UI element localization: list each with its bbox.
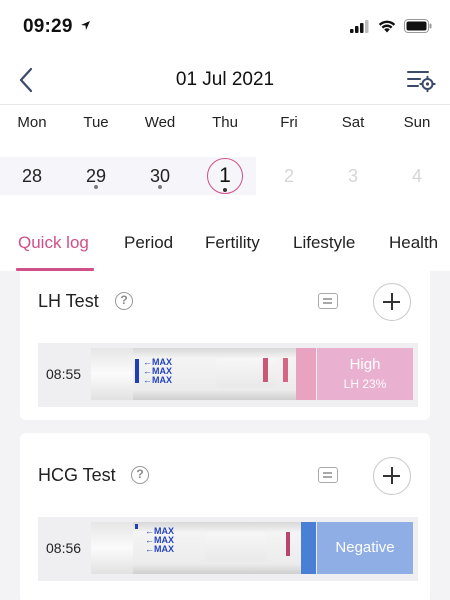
result-time: 08:56 <box>46 540 82 556</box>
add-hcg-test-button[interactable] <box>373 457 411 495</box>
date-cell-future: 4 <box>385 157 449 195</box>
strip-max-text: MAX <box>154 544 174 554</box>
lh-test-result-row[interactable]: 08:55 ←MAX ←MAX ←MAX High LH 23% <box>38 343 418 407</box>
date-cell[interactable]: 30 <box>128 157 192 195</box>
result-time: 08:55 <box>46 366 82 382</box>
add-lh-test-button[interactable] <box>373 283 411 321</box>
hcg-test-result-row[interactable]: 08:56 ←MAX ←MAX ←MAX Negative <box>38 517 418 581</box>
result-label: Negative <box>335 539 395 556</box>
date-number: 2 <box>283 166 294 186</box>
result-label: High <box>349 356 381 373</box>
hcg-test-strip-image: ←MAX ←MAX ←MAX <box>91 522 316 574</box>
strip-tape <box>135 359 139 383</box>
arrow-left-icon: ← <box>145 544 154 554</box>
settings-button[interactable] <box>406 66 436 94</box>
strip-max-marker: ←MAX ←MAX ←MAX <box>145 527 174 554</box>
date-cell-future: 3 <box>321 157 385 195</box>
list-settings-icon <box>407 71 436 93</box>
week-date-strip: 28 29 30 1 2 3 4 <box>0 157 450 195</box>
help-icon[interactable]: ? <box>131 466 149 484</box>
date-number: 30 <box>149 166 171 186</box>
strip-handle <box>91 348 133 400</box>
date-cell-future: 2 <box>257 157 321 195</box>
test-line <box>263 358 268 382</box>
strip-end-tab <box>301 522 316 574</box>
card-title: LH Test <box>38 291 99 311</box>
strip-result-window <box>206 532 266 562</box>
log-indicator-dot <box>158 185 162 189</box>
location-arrow-icon <box>81 21 90 30</box>
arrow-left-icon: ← <box>143 375 152 385</box>
weekday-label: Sat <box>341 114 365 131</box>
log-indicator-dot <box>223 188 227 192</box>
date-number: 29 <box>85 166 107 186</box>
help-icon[interactable]: ? <box>115 292 133 310</box>
strip-max-text: MAX <box>152 375 172 385</box>
strip-max-marker: ←MAX ←MAX ←MAX <box>143 358 172 385</box>
category-tabs: Quick log Period Fertility Lifestyle Hea… <box>0 225 450 271</box>
control-line <box>286 532 290 556</box>
tab-fertility[interactable]: Fertility <box>205 233 260 253</box>
status-bar: 09:29 <box>0 0 450 54</box>
date-cell[interactable]: 29 <box>64 157 128 195</box>
weekday-label: Mon <box>17 114 47 131</box>
page-title: 01 Jul 2021 <box>175 69 275 90</box>
status-icons <box>350 18 432 34</box>
date-cell[interactable]: 28 <box>0 157 64 195</box>
lh-test-card: LH Test ? 08:55 ←MAX ←MAX ←MAX High LH 2… <box>20 271 430 420</box>
tab-lifestyle[interactable]: Lifestyle <box>293 233 355 253</box>
weekday-label: Thu <box>212 114 238 131</box>
date-number: 28 <box>21 166 43 186</box>
weekday-label: Sun <box>403 114 431 131</box>
note-icon[interactable] <box>318 467 338 483</box>
card-title: HCG Test <box>38 465 116 485</box>
quick-log-content: LH Test ? 08:55 ←MAX ←MAX ←MAX High LH 2… <box>0 271 450 600</box>
weekday-label: Fri <box>280 114 298 131</box>
date-number: 4 <box>411 166 422 186</box>
weekday-labels: Mon Tue Wed Thu Fri Sat Sun <box>0 114 450 134</box>
date-cell-today[interactable]: 1 <box>193 157 257 195</box>
result-badge-negative: Negative <box>317 522 413 574</box>
result-badge-high: High LH 23% <box>317 348 413 400</box>
weekday-label: Wed <box>144 114 176 131</box>
tab-quick-log[interactable]: Quick log <box>18 233 89 253</box>
wifi-icon <box>378 20 396 32</box>
date-number: 3 <box>347 166 358 186</box>
strip-handle <box>91 522 133 574</box>
nav-header: 01 Jul 2021 <box>0 55 450 105</box>
status-time: 09:29 <box>23 16 73 37</box>
control-line <box>283 358 288 382</box>
header-divider <box>0 104 450 105</box>
battery-icon <box>404 19 432 33</box>
result-detail: LH 23% <box>343 377 387 391</box>
weekday-label: Tue <box>83 114 109 131</box>
log-indicator-dot <box>94 185 98 189</box>
tab-health[interactable]: Health <box>389 233 438 253</box>
note-icon[interactable] <box>318 293 338 309</box>
cellular-signal-icon <box>350 19 369 33</box>
strip-tape <box>135 524 138 529</box>
strip-end-tab <box>296 348 316 400</box>
lh-test-strip-image: ←MAX ←MAX ←MAX <box>91 348 316 400</box>
tab-period[interactable]: Period <box>124 233 173 253</box>
hcg-test-card: HCG Test ? 08:56 ←MAX ←MAX ←MAX Negative <box>20 433 430 600</box>
